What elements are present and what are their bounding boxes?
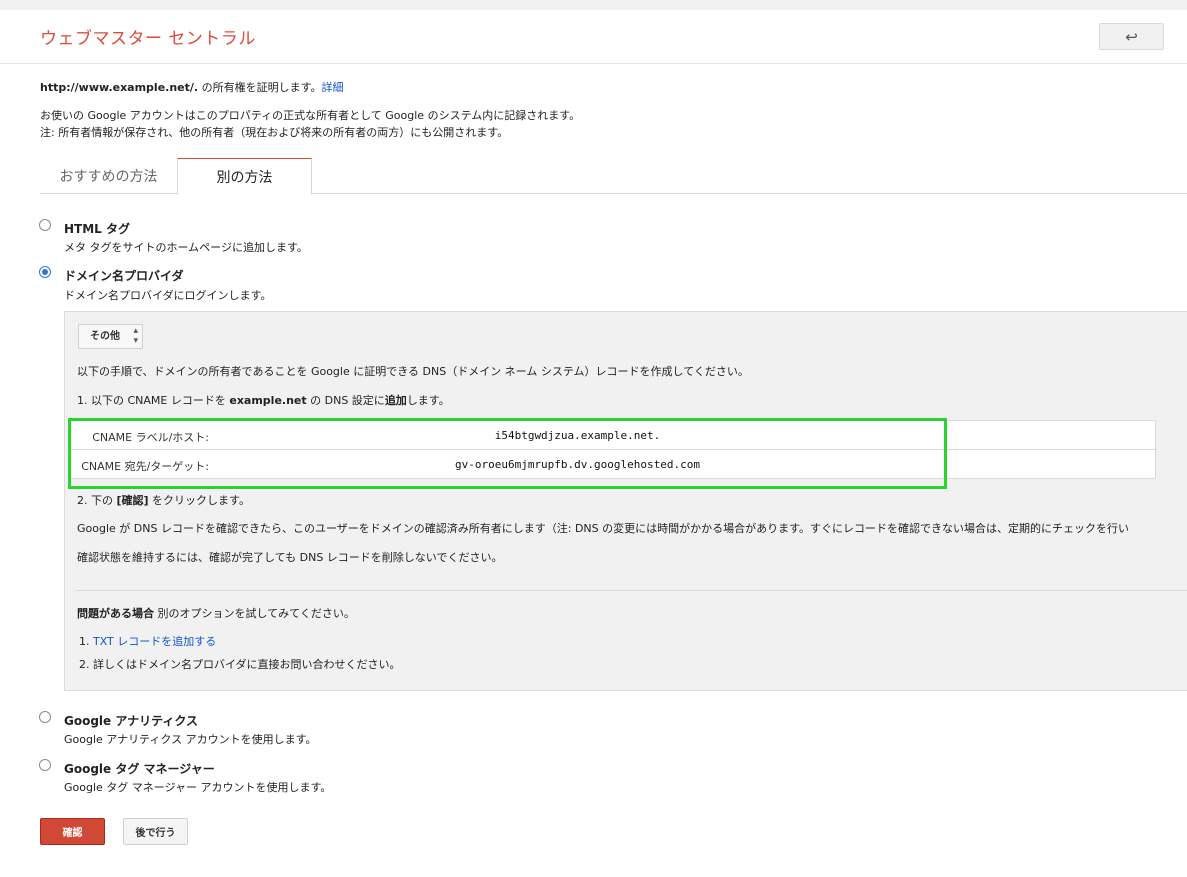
details-link[interactable]: 詳細 (322, 81, 344, 94)
back-arrow-icon: ↩ (1125, 27, 1138, 46)
option-html-tag-desc: メタ タグをサイトのホームページに追加します。 (64, 241, 308, 254)
radio-html-tag[interactable] (39, 219, 51, 231)
add-txt-record-link[interactable]: TXT レコードを追加する (93, 635, 216, 648)
record-highlight-box (68, 418, 947, 489)
tab-recommended-method[interactable]: おすすめの方法 (40, 158, 177, 194)
provider-select[interactable]: その他 ▴ ▾ (78, 324, 143, 349)
app-title: ウェブマスター セントラル (40, 29, 256, 49)
step-2-emph: [確認] (116, 494, 149, 507)
step-1-suffix: します。 (406, 394, 450, 407)
ownership-line: http://www.example.net/. の所有権を証明します。詳細 (40, 80, 344, 96)
radio-tag-manager[interactable] (39, 759, 51, 771)
provider-select-value: その他 (90, 331, 120, 342)
app-header: ウェブマスター セントラル ↩ (0, 10, 1187, 64)
dns-instruction: 以下の手順で、ドメインの所有者であることを Google に証明できる DNS（… (77, 365, 749, 378)
panel-separator (76, 590, 1187, 591)
step-1-middle: の DNS 設定に (306, 394, 385, 407)
ownership-text: の所有権を証明します。 (198, 81, 322, 94)
step-1-domain: example.net (229, 394, 307, 407)
option-domain-provider-title: ドメイン名プロバイダ (64, 269, 184, 283)
verify-note: Google が DNS レコードを確認できたら、このユーザーをドメインの確認済… (77, 522, 1130, 535)
tab-alternate-method[interactable]: 別の方法 (177, 158, 312, 195)
step-1-prefix: 1. 以下の CNAME レコードを (77, 394, 230, 407)
alternative-1: 1. TXT レコードを追加する (79, 633, 216, 649)
option-analytics-desc: Google アナリティクス アカウントを使用します。 (64, 733, 317, 746)
problem-line: 問題がある場合 別のオプションを試してみてください。 (77, 605, 355, 621)
step-2-prefix: 2. 下の (77, 494, 117, 507)
do-later-button[interactable]: 後で行う (123, 818, 188, 845)
problem-rest: 別のオプションを試してみてください。 (154, 607, 355, 620)
keep-record-note: 確認状態を維持するには、確認が完了しても DNS レコードを削除しないでください… (77, 551, 503, 564)
option-html-tag-title: HTML タグ (64, 222, 130, 236)
notice-line-2: 注: 所有者情報が保存され、他の所有者（現在および将来の所有者の両方）にも公開さ… (40, 126, 509, 139)
radio-google-analytics[interactable] (39, 711, 51, 723)
step-2: 2. 下の [確認] をクリックします。 (77, 492, 250, 508)
method-tabs: おすすめの方法 別の方法 (40, 158, 1187, 195)
notice-line-1: お使いの Google アカウントはこのプロパティの正式な所有者として Goog… (40, 109, 581, 122)
top-strip (0, 0, 1187, 10)
option-tag-manager-title: Google タグ マネージャー (64, 762, 215, 776)
step-1: 1. 以下の CNAME レコードを example.net の DNS 設定に… (77, 392, 450, 408)
confirm-button[interactable]: 確認 (40, 818, 105, 845)
back-button[interactable]: ↩ (1099, 23, 1164, 50)
option-analytics-title: Google アナリティクス (64, 714, 199, 728)
option-domain-provider-desc: ドメイン名プロバイダにログインします。 (64, 289, 272, 302)
alternative-1-number: 1. (79, 635, 93, 648)
step-1-emph: 追加 (384, 394, 407, 407)
step-2-suffix: をクリックします。 (148, 494, 250, 507)
problem-heading: 問題がある場合 (77, 607, 154, 620)
select-arrows-icon: ▴ ▾ (133, 326, 138, 346)
property-url: http://www.example.net/. (40, 81, 199, 94)
alternative-2: 2. 詳しくはドメイン名プロバイダに直接お問い合わせください。 (79, 658, 401, 671)
radio-domain-provider[interactable] (39, 266, 51, 278)
option-tag-manager-desc: Google タグ マネージャー アカウントを使用します。 (64, 781, 332, 794)
